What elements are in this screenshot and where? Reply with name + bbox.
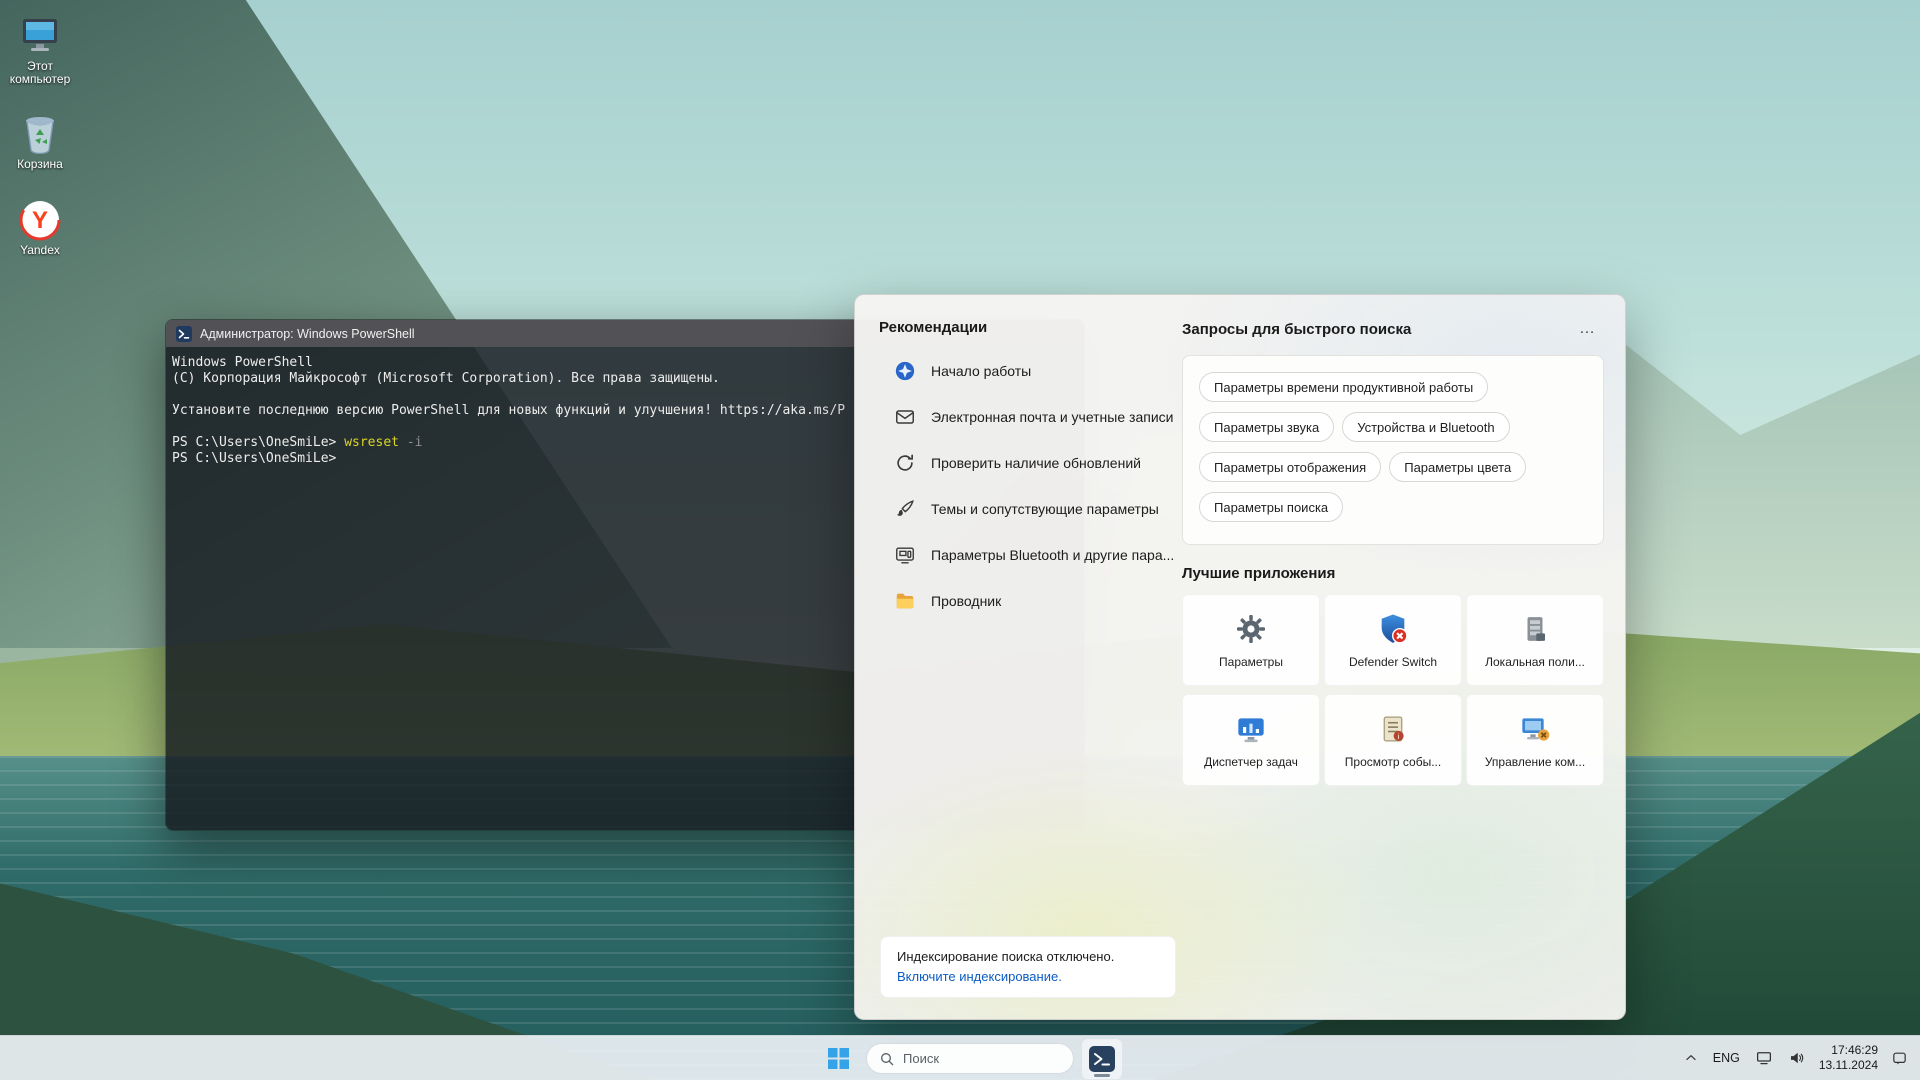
this-pc-icon (19, 14, 61, 58)
quick-search-pill[interactable]: Параметры отображения (1199, 452, 1381, 482)
file-explorer-icon (893, 589, 917, 613)
desktop-icon-label: Корзина (17, 158, 63, 171)
get-started-icon (893, 359, 917, 383)
recommendations-list: Начало работы Электронная почта и учетны… (879, 348, 1165, 624)
powershell-taskbar-icon (1089, 1046, 1115, 1072)
desktop: Этот компьютер Корзина Y (0, 0, 1920, 1080)
app-tile-event-viewer[interactable]: i Просмотр собы... (1324, 694, 1462, 786)
app-tile-defender-switch[interactable]: Defender Switch (1324, 594, 1462, 686)
task-manager-icon (1234, 711, 1268, 747)
top-apps-grid: Параметры (1182, 594, 1604, 786)
recommendation-get-started[interactable]: Начало работы (879, 348, 1165, 394)
windows-logo-icon (828, 1048, 849, 1069)
taskbar-search-box[interactable]: Поиск (866, 1043, 1074, 1074)
app-tile-computer-management[interactable]: Управление ком... (1466, 694, 1604, 786)
search-indexing-notice: Индексирование поиска отключено. Включит… (880, 936, 1176, 998)
recycle-bin-icon (22, 112, 58, 156)
defender-shield-icon (1376, 611, 1410, 647)
svg-text:Y: Y (32, 207, 48, 234)
app-tile-local-policy[interactable]: Локальная поли... (1466, 594, 1604, 686)
top-apps-title: Лучшие приложения (1182, 565, 1604, 582)
quick-searches-card: Параметры времени продуктивной работы Па… (1182, 355, 1604, 545)
email-icon (893, 405, 917, 429)
yandex-icon: Y (19, 198, 61, 242)
clock-time: 17:46:29 (1819, 1043, 1878, 1058)
window-title: Администратор: Windows PowerShell (200, 327, 415, 341)
clock-date: 13.11.2024 (1819, 1058, 1878, 1073)
search-placeholder: Поиск (903, 1051, 939, 1066)
desktop-icon-this-pc[interactable]: Этот компьютер (2, 14, 78, 86)
start-button[interactable] (818, 1039, 858, 1079)
indexing-disabled-text: Индексирование поиска отключено. (897, 948, 1159, 966)
computer-management-icon (1518, 711, 1552, 747)
quick-search-pill[interactable]: Параметры поиска (1199, 492, 1343, 522)
recommendation-bluetooth-settings[interactable]: Параметры Bluetooth и другие пара... (879, 532, 1165, 578)
search-icon (879, 1051, 895, 1067)
tray-chevron-up-icon[interactable] (1682, 1049, 1700, 1067)
quick-search-pill[interactable]: Устройства и Bluetooth (1342, 412, 1509, 442)
recommendation-email-accounts[interactable]: Электронная почта и учетные записи (879, 394, 1165, 440)
settings-gear-icon (1235, 611, 1267, 647)
desktop-icon-label: Этот компьютер (2, 60, 78, 86)
recommendation-check-updates[interactable]: Проверить наличие обновлений (879, 440, 1165, 486)
taskbar: Поиск ENG (0, 1035, 1920, 1080)
enable-indexing-link[interactable]: Включите индексирование. (897, 968, 1159, 986)
taskbar-powershell-button[interactable] (1082, 1039, 1122, 1079)
search-flyout: Рекомендации Начало работы (854, 294, 1626, 1020)
recommendation-themes[interactable]: Темы и сопутствующие параметры (879, 486, 1165, 532)
volume-icon[interactable] (1786, 1047, 1808, 1069)
clock[interactable]: 17:46:29 13.11.2024 (1819, 1043, 1878, 1073)
desktop-icon-yandex[interactable]: Y Yandex (2, 198, 78, 257)
local-policy-icon (1520, 611, 1550, 647)
themes-icon (893, 497, 917, 521)
language-indicator[interactable]: ENG (1711, 1049, 1742, 1067)
quick-search-pill[interactable]: Параметры времени продуктивной работы (1199, 372, 1488, 402)
app-tile-settings[interactable]: Параметры (1182, 594, 1320, 686)
desktop-icon-label: Yandex (20, 244, 60, 257)
bluetooth-settings-icon (893, 543, 917, 567)
updates-icon (893, 451, 917, 475)
active-app-indicator (1094, 1074, 1110, 1077)
event-viewer-icon: i (1378, 711, 1408, 747)
recommendation-file-explorer[interactable]: Проводник (879, 578, 1165, 624)
recommendations-title: Рекомендации (879, 319, 1165, 336)
network-icon[interactable] (1753, 1047, 1775, 1069)
quick-searches-title: Запросы для быстрого поиска (1182, 321, 1411, 338)
powershell-icon (176, 326, 192, 342)
more-options-button[interactable]: … (1571, 320, 1604, 338)
notification-center-icon[interactable] (1889, 1048, 1910, 1069)
app-tile-task-manager[interactable]: Диспетчер задач (1182, 694, 1320, 786)
desktop-icon-recycle-bin[interactable]: Корзина (2, 112, 78, 171)
quick-search-pill[interactable]: Параметры цвета (1389, 452, 1526, 482)
quick-search-pill[interactable]: Параметры звука (1199, 412, 1334, 442)
